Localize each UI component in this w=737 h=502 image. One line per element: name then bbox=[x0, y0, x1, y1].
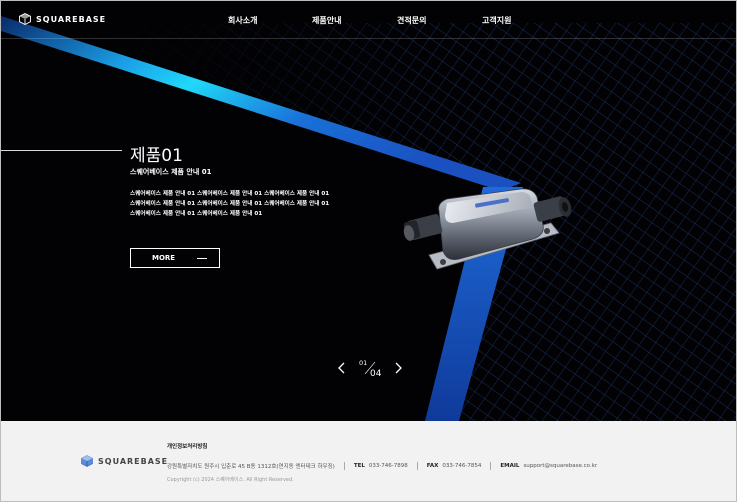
chevron-left-icon[interactable] bbox=[337, 362, 347, 374]
copyright: Copyright (c) 2024 스퀘어베이스. All Right Res… bbox=[167, 477, 294, 483]
description-line: 스퀘어베이스 제품 안내 01 스퀘어베이스 제품 안내 01 스퀘어베이스 제… bbox=[130, 201, 330, 207]
chevron-right-icon[interactable] bbox=[393, 362, 403, 374]
nav-item-company[interactable]: 회사소개 bbox=[228, 15, 257, 26]
slide-subtitle: 스퀘어베이스 제품 안내 01 bbox=[130, 168, 212, 176]
more-button-label: MORE bbox=[152, 254, 176, 262]
tel-label: TEL bbox=[353, 463, 365, 469]
nav-item-products[interactable]: 제품안내 bbox=[312, 15, 341, 26]
slide-title: 제품01 bbox=[130, 146, 183, 166]
cube-logo-icon bbox=[81, 455, 93, 467]
tel-value: 033-746-7898 bbox=[368, 463, 408, 469]
total-slide-number: 04 bbox=[370, 369, 382, 379]
description-line: 스퀘어베이스 제품 안내 01 스퀘어베이스 제품 안내 01 스퀘어베이스 제… bbox=[130, 191, 330, 197]
slide-pager: 01 04 bbox=[334, 356, 409, 384]
slide-description: 스퀘어베이스 제품 안내 01 스퀘어베이스 제품 안내 01 스퀘어베이스 제… bbox=[130, 189, 370, 219]
description-line: 스퀘어베이스 제품 안내 01 스퀘어베이스 제품 안내 01 bbox=[130, 211, 263, 217]
more-button[interactable]: MORE bbox=[130, 248, 220, 268]
product-image bbox=[403, 188, 572, 270]
fax-value: 033-746-7854 bbox=[442, 463, 482, 469]
email-value: support@squarebase.co.kr bbox=[523, 463, 598, 469]
divider bbox=[343, 462, 345, 470]
email-label: EMAIL bbox=[500, 463, 520, 469]
site-header: SQUAREBASE 회사소개 제품안내 견적문의 고객지원 bbox=[1, 1, 736, 39]
title-accent-line bbox=[1, 150, 122, 151]
fax-label: FAX bbox=[426, 463, 439, 469]
site-footer: SQUAREBASE 개인정보처리방침 강원특별자치도 원주시 입춘로 45 B… bbox=[1, 421, 736, 501]
footer-logo[interactable]: SQUAREBASE bbox=[81, 455, 168, 467]
nav-item-quote[interactable]: 견적문의 bbox=[397, 15, 426, 26]
privacy-policy-link[interactable]: 개인정보처리방침 bbox=[167, 442, 207, 450]
company-address: 강원특별자치도 원주시 입춘로 45 B동 1312호(연지동 엔터테크 하우징… bbox=[167, 464, 335, 470]
dash-icon bbox=[197, 258, 207, 259]
hero-slider: SQUAREBASE 회사소개 제품안내 견적문의 고객지원 제품01 스퀘어베… bbox=[1, 1, 736, 421]
footer-contact-info: 강원특별자치도 원주시 입춘로 45 B동 1312호(연지동 엔터테크 하우징… bbox=[167, 462, 597, 470]
divider bbox=[416, 462, 418, 470]
nav-item-support[interactable]: 고객지원 bbox=[482, 15, 511, 26]
main-nav: 회사소개 제품안내 견적문의 고객지원 bbox=[1, 15, 736, 27]
page-frame: SQUAREBASE 회사소개 제품안내 견적문의 고객지원 제품01 스퀘어베… bbox=[0, 0, 737, 502]
footer-logo-text: SQUAREBASE bbox=[98, 456, 169, 466]
divider bbox=[490, 462, 492, 470]
